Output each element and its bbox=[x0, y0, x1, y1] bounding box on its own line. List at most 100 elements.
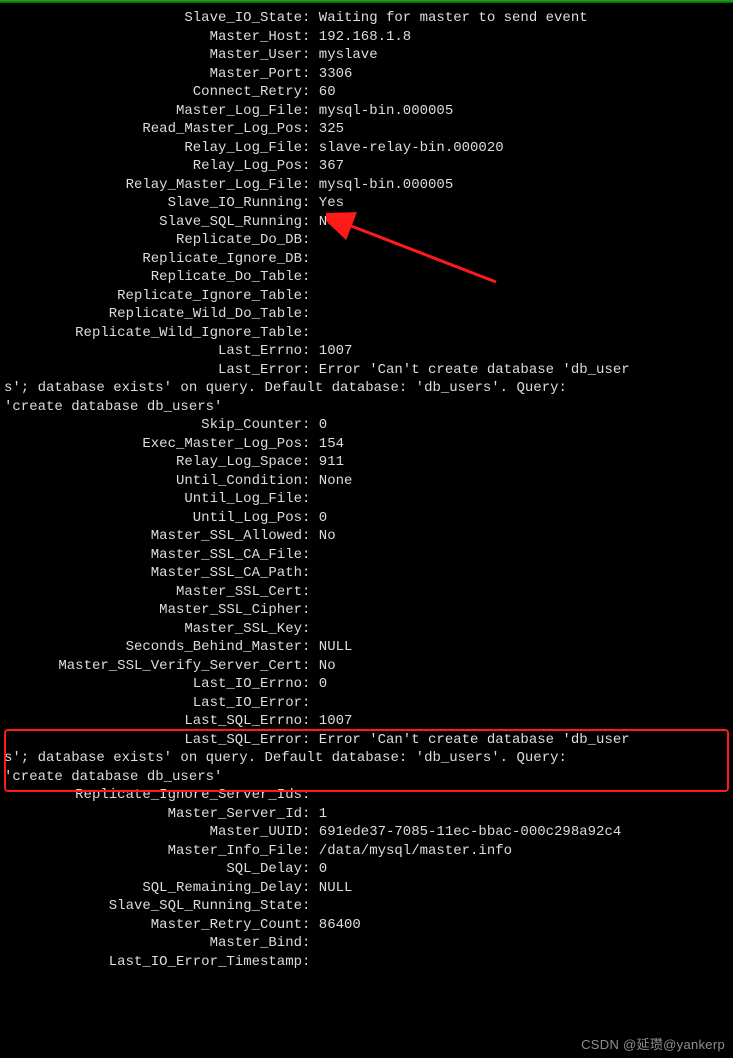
status-value bbox=[310, 786, 318, 805]
status-row: Master_SSL_Cipher: bbox=[2, 601, 731, 620]
status-label: Replicate_Do_Table bbox=[2, 268, 302, 287]
status-row: Skip_Counter:0 bbox=[2, 416, 731, 435]
status-label: Last_SQL_Errno bbox=[2, 712, 302, 731]
status-label: Master_Retry_Count bbox=[2, 916, 302, 935]
status-row: Last_IO_Error: bbox=[2, 694, 731, 713]
status-row: Replicate_Ignore_Server_Ids: bbox=[2, 786, 731, 805]
status-row: Master_UUID:691ede37-7085-11ec-bbac-000c… bbox=[2, 823, 731, 842]
status-value: 0 bbox=[310, 509, 327, 528]
status-label: Relay_Log_Pos bbox=[2, 157, 302, 176]
status-value: /data/mysql/master.info bbox=[310, 842, 512, 861]
status-value: 0 bbox=[310, 860, 327, 879]
status-value: Error 'Can't create database 'db_user bbox=[310, 731, 629, 750]
status-value: 1007 bbox=[310, 712, 352, 731]
status-value bbox=[310, 897, 318, 916]
status-value bbox=[310, 231, 318, 250]
status-label: Master_Log_File bbox=[2, 102, 302, 121]
status-row: Until_Condition:None bbox=[2, 472, 731, 491]
status-value: No bbox=[310, 213, 335, 232]
status-label: Master_SSL_Key bbox=[2, 620, 302, 639]
status-label: Until_Log_File bbox=[2, 490, 302, 509]
status-label: Replicate_Wild_Do_Table bbox=[2, 305, 302, 324]
status-row: Relay_Log_Space:911 bbox=[2, 453, 731, 472]
status-label: Master_User bbox=[2, 46, 302, 65]
status-label: Replicate_Do_DB bbox=[2, 231, 302, 250]
status-label: Last_IO_Error bbox=[2, 694, 302, 713]
status-label: Slave_SQL_Running bbox=[2, 213, 302, 232]
status-value: 691ede37-7085-11ec-bbac-000c298a92c4 bbox=[310, 823, 621, 842]
status-value-continuation: 'create database db_users' bbox=[2, 768, 731, 787]
status-label: Replicate_Wild_Ignore_Table bbox=[2, 324, 302, 343]
status-label: Last_Errno bbox=[2, 342, 302, 361]
status-value: mysql-bin.000005 bbox=[310, 176, 453, 195]
status-row: Master_Host:192.168.1.8 bbox=[2, 28, 731, 47]
status-label: Master_Host bbox=[2, 28, 302, 47]
status-label: Slave_IO_Running bbox=[2, 194, 302, 213]
status-value: NULL bbox=[310, 879, 352, 898]
status-value: 1 bbox=[310, 805, 327, 824]
status-row: Connect_Retry:60 bbox=[2, 83, 731, 102]
status-row: Last_Errno:1007 bbox=[2, 342, 731, 361]
status-label: Relay_Master_Log_File bbox=[2, 176, 302, 195]
status-value: Yes bbox=[310, 194, 344, 213]
status-label: Slave_SQL_Running_State bbox=[2, 897, 302, 916]
status-label: Replicate_Ignore_Server_Ids bbox=[2, 786, 302, 805]
status-value: No bbox=[310, 527, 335, 546]
status-label: Connect_Retry bbox=[2, 83, 302, 102]
status-value: 192.168.1.8 bbox=[310, 28, 411, 47]
status-value: 1007 bbox=[310, 342, 352, 361]
status-row: Master_Server_Id:1 bbox=[2, 805, 731, 824]
status-row: Last_Error:Error 'Can't create database … bbox=[2, 361, 731, 380]
watermark: CSDN @延瓒@yankerp bbox=[581, 1036, 725, 1055]
status-label: Replicate_Ignore_DB bbox=[2, 250, 302, 269]
status-label: Relay_Log_Space bbox=[2, 453, 302, 472]
status-label: Master_Info_File bbox=[2, 842, 302, 861]
status-row: Replicate_Ignore_Table: bbox=[2, 287, 731, 306]
status-value: slave-relay-bin.000020 bbox=[310, 139, 503, 158]
status-value bbox=[310, 564, 318, 583]
status-value bbox=[310, 324, 318, 343]
status-value: 154 bbox=[310, 435, 344, 454]
status-label: Master_UUID bbox=[2, 823, 302, 842]
status-label: Last_IO_Error_Timestamp bbox=[2, 953, 302, 972]
status-row: Master_SSL_Verify_Server_Cert:No bbox=[2, 657, 731, 676]
status-row: Master_Log_File:mysql-bin.000005 bbox=[2, 102, 731, 121]
status-row: Seconds_Behind_Master:NULL bbox=[2, 638, 731, 657]
status-label: Seconds_Behind_Master bbox=[2, 638, 302, 657]
status-value: No bbox=[310, 657, 335, 676]
status-value: mysql-bin.000005 bbox=[310, 102, 453, 121]
status-label: Until_Log_Pos bbox=[2, 509, 302, 528]
terminal-output: Slave_IO_State:Waiting for master to sen… bbox=[0, 3, 733, 971]
status-label: Relay_Log_File bbox=[2, 139, 302, 158]
status-row: Master_Retry_Count:86400 bbox=[2, 916, 731, 935]
status-row: Master_User:myslave bbox=[2, 46, 731, 65]
status-row: Master_Info_File:/data/mysql/master.info bbox=[2, 842, 731, 861]
status-value: 325 bbox=[310, 120, 344, 139]
status-row: SQL_Remaining_Delay:NULL bbox=[2, 879, 731, 898]
status-row: Master_SSL_Key: bbox=[2, 620, 731, 639]
status-row: SQL_Delay:0 bbox=[2, 860, 731, 879]
status-value bbox=[310, 546, 318, 565]
status-row: Until_Log_Pos:0 bbox=[2, 509, 731, 528]
status-value bbox=[310, 287, 318, 306]
status-value: 86400 bbox=[310, 916, 360, 935]
status-value-continuation: s'; database exists' on query. Default d… bbox=[2, 749, 731, 768]
status-label: Until_Condition bbox=[2, 472, 302, 491]
status-label: Skip_Counter bbox=[2, 416, 302, 435]
status-label: Last_IO_Errno bbox=[2, 675, 302, 694]
status-row: Master_Bind: bbox=[2, 934, 731, 953]
status-label: Master_SSL_CA_File bbox=[2, 546, 302, 565]
status-value: 0 bbox=[310, 675, 327, 694]
status-row: Master_SSL_CA_File: bbox=[2, 546, 731, 565]
status-label: Master_SSL_Cipher bbox=[2, 601, 302, 620]
status-row: Until_Log_File: bbox=[2, 490, 731, 509]
status-row: Replicate_Do_DB: bbox=[2, 231, 731, 250]
status-value bbox=[310, 620, 318, 639]
status-value bbox=[310, 601, 318, 620]
status-row: Slave_SQL_Running:No bbox=[2, 213, 731, 232]
status-value bbox=[310, 953, 318, 972]
status-label: Master_Bind bbox=[2, 934, 302, 953]
status-row: Master_SSL_CA_Path: bbox=[2, 564, 731, 583]
status-row: Replicate_Do_Table: bbox=[2, 268, 731, 287]
status-value: 60 bbox=[310, 83, 335, 102]
